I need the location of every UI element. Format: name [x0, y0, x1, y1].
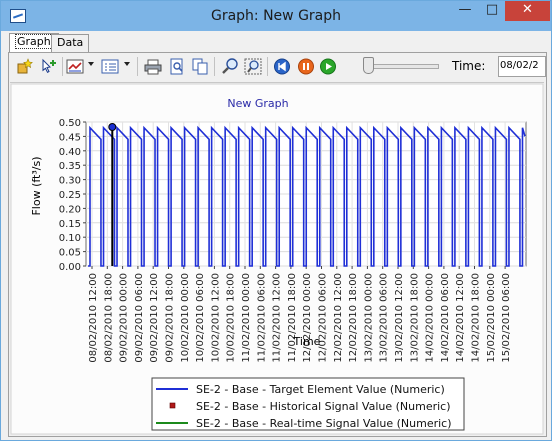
toolbar-separator: [62, 57, 63, 76]
x-tick-label: 08/02/2010 12:00: [88, 273, 99, 363]
legend-marker: [169, 402, 176, 409]
toolbar-separator: [267, 57, 268, 76]
x-tick-label: 13/02/2010 06:00: [379, 273, 390, 363]
y-tick-label: 0.20: [59, 204, 81, 215]
x-tick-label: 15/02/2010 00:00: [486, 273, 497, 363]
add-element-icon: [17, 58, 33, 74]
title-bar[interactable]: Graph: New Graph — □ ✕: [1, 1, 551, 31]
y-tick-label: 0.15: [59, 219, 81, 230]
time-slider-track[interactable]: [367, 64, 439, 69]
x-tick-label: 09/02/2010 06:00: [134, 273, 145, 363]
x-tick-label: 09/02/2010 00:00: [119, 273, 130, 363]
x-tick-label: 11/02/2010 18:00: [287, 273, 298, 363]
print-button[interactable]: [144, 58, 162, 75]
line-style-button[interactable]: [66, 58, 84, 75]
x-tick-label: 11/02/2010 00:00: [241, 273, 252, 363]
toolbar-separator: [214, 57, 215, 76]
rewind-button[interactable]: [273, 58, 291, 75]
legend-label: SE-2 - Base - Target Element Value (Nume…: [196, 383, 445, 396]
legend-dropdown[interactable]: [124, 62, 130, 66]
tab-data-label: Data: [57, 36, 84, 49]
legend-list-icon: [101, 59, 119, 74]
y-axis-label: Flow (ft³/s): [30, 156, 43, 215]
x-tick-label: 13/02/2010 12:00: [394, 273, 405, 363]
play-button[interactable]: [319, 58, 337, 75]
tab-data[interactable]: Data: [51, 34, 90, 52]
y-tick-label: 0.10: [59, 233, 81, 244]
graph-panel: Time: 08/02/2 New Graph 0.00 0.05 0.10 0.15…: [8, 52, 547, 437]
x-tick-label: 14/02/2010 12:00: [455, 273, 466, 363]
graph-area: New Graph 0.00 0.05 0.10 0.15 0.20 0.25 0.30 0.…: [10, 82, 544, 435]
select-element-button[interactable]: [40, 58, 58, 75]
x-tick-label: 13/02/2010 18:00: [409, 273, 420, 363]
y-tick-label: 0.45: [59, 132, 81, 143]
y-tick-label: 0.40: [59, 147, 81, 158]
x-tick-label: 12/02/2010 00:00: [302, 273, 313, 363]
zoom-region-button[interactable]: [244, 58, 262, 75]
legend-button[interactable]: [101, 58, 119, 75]
legend-label: SE-2 - Base - Real-time Signal Value (Nu…: [196, 417, 452, 430]
x-tick-label: 12/02/2010 18:00: [348, 273, 359, 363]
x-tick-label: 10/02/2010 00:00: [180, 273, 191, 363]
y-tick-label: 0.05: [59, 248, 81, 259]
zoom-region-icon: [244, 58, 262, 75]
x-tick-label: 10/02/2010 06:00: [195, 273, 206, 363]
x-tick-label: 12/02/2010 12:00: [333, 273, 344, 363]
x-tick-label: 12/02/2010 06:00: [318, 273, 329, 363]
x-tick-label: 10/02/2010 18:00: [226, 273, 237, 363]
rewind-icon: [274, 58, 290, 75]
copy-button[interactable]: [191, 58, 209, 75]
y-tick-label: 0.25: [59, 190, 81, 201]
play-icon: [320, 58, 336, 75]
chart-title: New Graph: [227, 97, 288, 110]
pause-icon: [298, 58, 314, 75]
x-tick-label: 14/02/2010 06:00: [440, 273, 451, 363]
y-tick-label: 0.00: [59, 262, 81, 273]
y-tick-label: 0.30: [59, 176, 81, 187]
close-button[interactable]: ✕: [505, 1, 550, 21]
x-tick-label: 08/02/2010 18:00: [103, 273, 114, 363]
flow-chart[interactable]: New Graph 0.00 0.05 0.10 0.15 0.20 0.25 0.30 0.…: [10, 83, 544, 435]
pause-button[interactable]: [297, 58, 315, 75]
legend-label: SE-2 - Base - Historical Signal Value (N…: [196, 400, 451, 413]
x-tick-label: 15/02/2010 06:00: [501, 273, 512, 363]
print-preview-icon: [170, 58, 183, 75]
line-style-icon: [66, 59, 84, 74]
x-tick-label: 11/02/2010 12:00: [272, 273, 283, 363]
x-tick-label: 14/02/2010 18:00: [471, 273, 482, 363]
toolbar-separator: [137, 57, 138, 76]
line-style-dropdown[interactable]: [88, 62, 94, 66]
x-axis-label: Time: [293, 335, 321, 348]
x-tick-label: 10/02/2010 12:00: [210, 273, 221, 363]
toolbar: Time: 08/02/2: [9, 53, 546, 80]
print-icon: [144, 59, 162, 75]
time-slider-thumb[interactable]: [363, 57, 374, 74]
graph-window: Graph: New Graph — □ ✕ Graph Data Time: …: [0, 0, 552, 441]
time-label: Time:: [452, 59, 486, 73]
zoom-icon: [222, 58, 238, 74]
copy-icon: [192, 58, 208, 75]
x-tick-label: 09/02/2010 18:00: [165, 273, 176, 363]
zoom-button[interactable]: [221, 58, 239, 75]
add-element-button[interactable]: [16, 58, 34, 75]
minimize-button[interactable]: —: [451, 1, 479, 21]
y-tick-label: 0.35: [59, 161, 81, 172]
time-cursor-marker[interactable]: [108, 123, 117, 131]
x-tick-label: 11/02/2010 06:00: [256, 273, 267, 363]
x-tick-label: 14/02/2010 00:00: [425, 273, 436, 363]
select-pointer-icon: [42, 58, 56, 73]
x-tick-label: 13/02/2010 00:00: [363, 273, 374, 363]
chart-legend: SE-2 - Base - Target Element Value (Nume…: [151, 377, 465, 431]
maximize-button[interactable]: □: [479, 1, 505, 21]
y-tick-label: 0.50: [59, 118, 81, 129]
tab-graph-label: Graph: [15, 34, 53, 49]
time-input[interactable]: 08/02/2: [498, 56, 546, 77]
x-tick-label: 09/02/2010 12:00: [149, 273, 160, 363]
print-preview-button[interactable]: [168, 58, 186, 75]
